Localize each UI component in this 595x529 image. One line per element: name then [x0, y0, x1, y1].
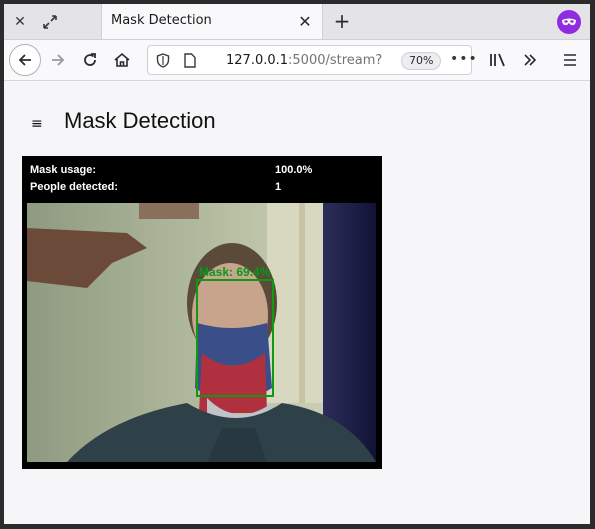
- sidebar-toggle-icon[interactable]: ≡: [31, 116, 43, 132]
- page-info-icon[interactable]: [184, 53, 196, 68]
- browser-window: ✕ Mask Detection ✕ + 127.0.0.1:5000/stre…: [4, 4, 590, 524]
- url-text: 127.0.0.1:5000/stream?: [226, 53, 382, 68]
- camera-frame: Mask: 69.4%: [27, 203, 376, 462]
- shield-icon[interactable]: [156, 53, 170, 68]
- reload-button[interactable]: [74, 44, 106, 76]
- library-button[interactable]: [482, 44, 514, 76]
- hamburger-menu-icon: [564, 54, 576, 66]
- mask-usage-value: 100.0%: [275, 164, 313, 176]
- zoom-badge[interactable]: 70%: [401, 52, 442, 70]
- tab-title: Mask Detection: [111, 13, 212, 28]
- mask-usage-label: Mask usage:: [30, 164, 97, 176]
- back-arrow-icon: [18, 54, 31, 66]
- people-detected-label: People detected:: [30, 181, 119, 193]
- forward-arrow-icon: [52, 54, 65, 66]
- private-browsing-icon[interactable]: [557, 10, 581, 34]
- page-content: ≡ Mask Detection Mask usage: 100.0% Peop…: [4, 81, 590, 524]
- new-tab-icon[interactable]: +: [330, 9, 354, 33]
- nav-bar: 127.0.0.1:5000/stream? 70% •••: [4, 40, 590, 81]
- video-stream: Mask usage: 100.0% People detected: 1 Ma…: [22, 156, 382, 469]
- library-icon: [490, 53, 505, 67]
- reload-icon: [84, 53, 96, 66]
- expand-arrows-icon: [43, 15, 57, 29]
- page-title: Mask Detection: [64, 108, 216, 133]
- tab-bar: ✕ Mask Detection ✕ +: [4, 4, 590, 40]
- url-path: :5000/stream?: [288, 53, 383, 68]
- people-detected-value: 1: [275, 181, 282, 193]
- close-window-icon[interactable]: ✕: [8, 10, 32, 34]
- detection-bounding-box: [196, 279, 274, 397]
- forward-button[interactable]: [42, 44, 74, 76]
- expand-icon[interactable]: [38, 10, 62, 34]
- home-button[interactable]: [106, 44, 138, 76]
- app-menu-button[interactable]: [554, 44, 586, 76]
- chevron-double-right-icon: [524, 54, 537, 66]
- home-icon: [114, 52, 130, 67]
- overflow-menu-button[interactable]: [514, 44, 546, 76]
- url-bar[interactable]: 127.0.0.1:5000/stream? 70% •••: [147, 45, 477, 75]
- page-actions-icon[interactable]: •••: [450, 51, 478, 67]
- url-host: 127.0.0.1: [226, 53, 289, 68]
- tab-close-icon[interactable]: ✕: [294, 10, 316, 32]
- mask-glyph-icon: [562, 18, 576, 26]
- back-button[interactable]: [9, 44, 41, 76]
- detection-label: Mask: 69.4%: [199, 265, 271, 279]
- tab-active[interactable]: Mask Detection ✕: [101, 4, 323, 39]
